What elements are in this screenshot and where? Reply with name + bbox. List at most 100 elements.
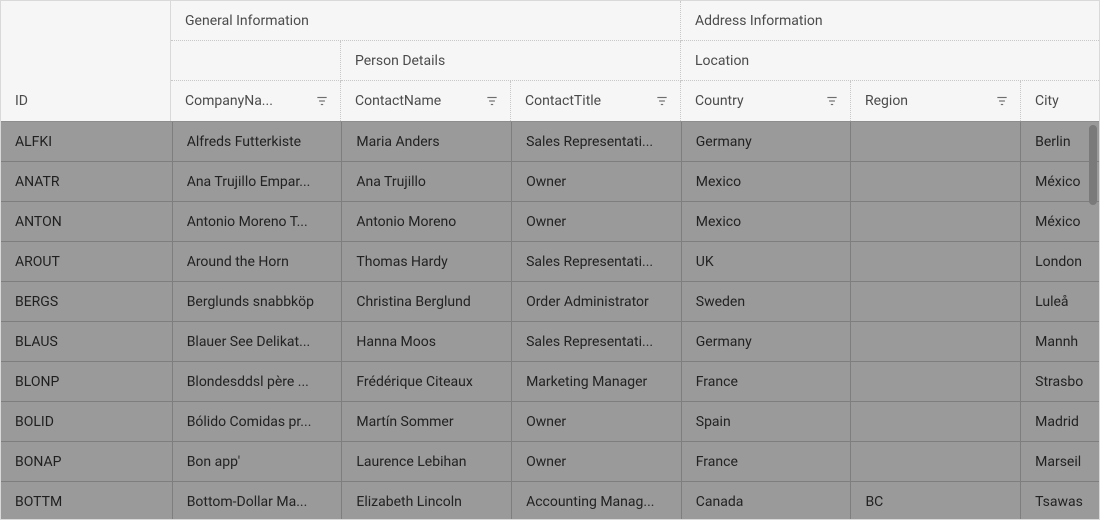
cell-country: Sweden xyxy=(682,282,852,321)
cell-region xyxy=(851,242,1021,281)
cell-country: Germany xyxy=(682,322,852,361)
filter-icon[interactable] xyxy=(994,93,1010,109)
column-label: ID xyxy=(15,93,156,109)
group-general-information[interactable]: General Information xyxy=(171,1,681,41)
grid-header: ID General Information Address Informati… xyxy=(1,1,1099,122)
group-label: Location xyxy=(695,53,749,69)
cell-country: UK xyxy=(682,242,852,281)
vertical-scrollbar[interactable] xyxy=(1089,125,1097,516)
group-label: General Information xyxy=(185,13,309,29)
cell-company: Bólido Comidas pr... xyxy=(173,402,343,441)
cell-title: Sales Representati... xyxy=(512,322,682,361)
cell-city: México xyxy=(1021,162,1099,201)
cell-country: Spain xyxy=(682,402,852,441)
cell-company: Around the Horn xyxy=(173,242,343,281)
cell-title: Order Administrator xyxy=(512,282,682,321)
cell-title: Sales Representati... xyxy=(512,242,682,281)
column-header-country[interactable]: Country xyxy=(681,81,851,121)
column-label: City xyxy=(1035,93,1089,109)
table-row[interactable]: BERGSBerglunds snabbköpChristina Berglun… xyxy=(1,282,1099,322)
cell-title: Accounting Manag... xyxy=(512,482,682,519)
scrollbar-thumb[interactable] xyxy=(1089,125,1097,205)
cell-company: Bottom-Dollar Ma... xyxy=(173,482,343,519)
filter-icon[interactable] xyxy=(654,93,670,109)
cell-id: ANTON xyxy=(1,202,173,241)
column-header-region[interactable]: Region xyxy=(851,81,1021,121)
cell-id: BLONP xyxy=(1,362,173,401)
cell-title: Marketing Manager xyxy=(512,362,682,401)
cell-region xyxy=(851,202,1021,241)
group-location[interactable]: Location xyxy=(681,41,1099,81)
cell-region xyxy=(851,282,1021,321)
cell-id: AROUT xyxy=(1,242,173,281)
column-label: ContactTitle xyxy=(525,93,648,109)
cell-city: Strasbo xyxy=(1021,362,1099,401)
filter-icon[interactable] xyxy=(824,93,840,109)
column-label: ContactName xyxy=(355,93,478,109)
cell-title: Owner xyxy=(512,402,682,441)
header-stack: General Information Address Information … xyxy=(171,1,1099,121)
table-row[interactable]: BOLIDBólido Comidas pr...Martín SommerOw… xyxy=(1,402,1099,442)
group-person-details[interactable]: Person Details xyxy=(341,41,681,81)
group-address-information[interactable]: Address Information xyxy=(681,1,1099,41)
column-header-company[interactable]: CompanyNa... xyxy=(171,81,341,121)
column-label: Region xyxy=(865,93,988,109)
column-header-row: CompanyNa... ContactName ContactTitle xyxy=(171,81,1099,121)
cell-region xyxy=(851,362,1021,401)
cell-company: Berglunds snabbköp xyxy=(173,282,343,321)
group-row-top: General Information Address Information xyxy=(171,1,1099,41)
cell-region xyxy=(851,162,1021,201)
cell-country: Mexico xyxy=(682,202,852,241)
cell-contact: Christina Berglund xyxy=(342,282,512,321)
cell-id: BOTTM xyxy=(1,482,173,519)
cell-id: BOLID xyxy=(1,402,173,441)
cell-id: BERGS xyxy=(1,282,173,321)
table-row[interactable]: AROUTAround the HornThomas HardySales Re… xyxy=(1,242,1099,282)
cell-contact: Laurence Lebihan xyxy=(342,442,512,481)
cell-id: BLAUS xyxy=(1,322,173,361)
grid-body[interactable]: ALFKIAlfreds FutterkisteMaria AndersSale… xyxy=(1,121,1099,519)
group-label: Address Information xyxy=(695,13,823,29)
cell-company: Ana Trujillo Empar... xyxy=(173,162,343,201)
cell-title: Owner xyxy=(512,162,682,201)
cell-region xyxy=(851,322,1021,361)
cell-city: Luleå xyxy=(1021,282,1099,321)
table-row[interactable]: ANATRAna Trujillo Empar...Ana TrujilloOw… xyxy=(1,162,1099,202)
cell-contact: Maria Anders xyxy=(342,122,512,161)
cell-region: BC xyxy=(851,482,1021,519)
cell-city: México xyxy=(1021,202,1099,241)
cell-region xyxy=(851,442,1021,481)
cell-city: Tsawas xyxy=(1021,482,1099,519)
cell-region xyxy=(851,402,1021,441)
cell-id: ANATR xyxy=(1,162,173,201)
filter-icon[interactable] xyxy=(314,93,330,109)
filter-icon[interactable] xyxy=(484,93,500,109)
cell-company: Antonio Moreno T... xyxy=(173,202,343,241)
cell-contact: Antonio Moreno xyxy=(342,202,512,241)
cell-title: Sales Representati... xyxy=(512,122,682,161)
cell-id: BONAP xyxy=(1,442,173,481)
cell-title: Owner xyxy=(512,202,682,241)
cell-country: Canada xyxy=(682,482,852,519)
column-header-city[interactable]: City xyxy=(1021,81,1099,121)
cell-contact: Frédérique Citeaux xyxy=(342,362,512,401)
column-label: Country xyxy=(695,93,818,109)
column-header-title[interactable]: ContactTitle xyxy=(511,81,681,121)
group-company-blank[interactable] xyxy=(171,41,341,81)
table-row[interactable]: BOTTMBottom-Dollar Ma...Elizabeth Lincol… xyxy=(1,482,1099,519)
table-row[interactable]: BLAUSBlauer See Delikat...Hanna MoosSale… xyxy=(1,322,1099,362)
group-row-mid: Person Details Location xyxy=(171,41,1099,81)
table-row[interactable]: ANTONAntonio Moreno T...Antonio MorenoOw… xyxy=(1,202,1099,242)
cell-contact: Thomas Hardy xyxy=(342,242,512,281)
table-row[interactable]: BLONPBlondesddsl père ...Frédérique Cite… xyxy=(1,362,1099,402)
cell-title: Owner xyxy=(512,442,682,481)
column-header-contact[interactable]: ContactName xyxy=(341,81,511,121)
cell-city: Mannh xyxy=(1021,322,1099,361)
table-row[interactable]: BONAPBon app'Laurence LebihanOwnerFrance… xyxy=(1,442,1099,482)
cell-country: Germany xyxy=(682,122,852,161)
cell-city: Berlin xyxy=(1021,122,1099,161)
table-row[interactable]: ALFKIAlfreds FutterkisteMaria AndersSale… xyxy=(1,122,1099,162)
cell-region xyxy=(851,122,1021,161)
data-grid: ID General Information Address Informati… xyxy=(0,0,1100,520)
column-header-id[interactable]: ID xyxy=(1,1,171,121)
